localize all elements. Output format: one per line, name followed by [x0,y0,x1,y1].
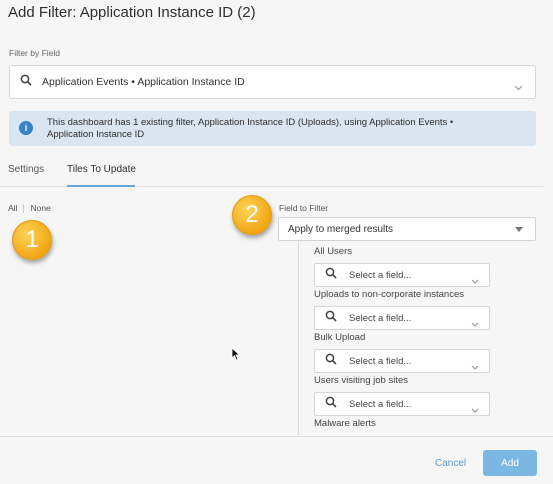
tile-field-list[interactable]: All Users Select a field... Uploads to n… [298,240,536,435]
field-to-filter-label: Field to Filter [279,203,329,213]
tile-item: All Users Select a field... [314,246,490,287]
select-none-link[interactable]: None [30,203,50,213]
search-icon [20,73,32,91]
field-to-filter-select[interactable]: Apply to merged results [278,217,536,241]
tile-field-placeholder: Select a field... [349,398,412,410]
tile-item: Bulk Upload Select a field... [314,332,490,373]
chevron-down-icon [471,315,479,333]
cancel-button[interactable]: Cancel [435,458,466,469]
tile-item: Uploads to non-corporate instances Selec… [314,289,490,330]
tile-name: All Users [314,246,353,257]
tab-tiles-to-update[interactable]: Tiles To Update [67,164,136,175]
tile-field-select[interactable]: Select a field... [314,263,490,287]
tile-field-select[interactable]: Select a field... [314,349,490,373]
step-badge-1: 1 [12,220,52,260]
tile-item: Malware alerts [314,418,490,435]
info-banner: i This dashboard has 1 existing filter, … [9,111,536,146]
divider [23,203,25,213]
tab-settings[interactable]: Settings [8,164,44,175]
add-button[interactable]: Add [483,450,537,476]
search-icon [325,352,337,370]
chevron-down-icon [471,358,479,376]
chevron-down-icon [514,78,523,96]
dialog-footer: Cancel Add [0,436,553,484]
step-badge-2: 2 [232,195,272,235]
tile-field-placeholder: Select a field... [349,355,412,367]
filter-by-field-label: Filter by Field [9,48,61,58]
filter-by-field-value: Application Events • Application Instanc… [42,76,245,88]
select-all-none: All None [8,203,51,213]
tile-field-placeholder: Select a field... [349,312,412,324]
tile-field-placeholder: Select a field... [349,269,412,281]
mouse-cursor-icon [231,347,241,366]
tile-field-select[interactable]: Select a field... [314,392,490,416]
search-icon [325,266,337,284]
filter-by-field-select[interactable]: Application Events • Application Instanc… [9,65,536,99]
active-tab-indicator [67,185,135,187]
chevron-down-icon [471,272,479,290]
info-banner-line-1: This dashboard has 1 existing filter, Ap… [47,117,454,128]
search-icon [325,309,337,327]
tile-name: Bulk Upload [314,332,366,343]
tile-name: Malware alerts [314,418,376,429]
field-to-filter-value: Apply to merged results [288,223,394,235]
select-all-link[interactable]: All [8,203,17,213]
dialog-title: Add Filter: Application Instance ID (2) [8,4,256,21]
tile-item: Users visiting job sites Select a field.… [314,375,490,416]
info-banner-line-2: Application Instance ID [47,129,145,140]
caret-down-icon [515,227,523,232]
tile-name: Uploads to non-corporate instances [314,289,464,300]
tab-bar: Settings Tiles To Update [0,160,543,187]
info-icon: i [19,121,33,135]
search-icon [325,395,337,413]
chevron-down-icon [471,401,479,419]
tile-name: Users visiting job sites [314,375,408,386]
info-banner-text: This dashboard has 1 existing filter, Ap… [47,117,453,141]
tile-field-select[interactable]: Select a field... [314,306,490,330]
